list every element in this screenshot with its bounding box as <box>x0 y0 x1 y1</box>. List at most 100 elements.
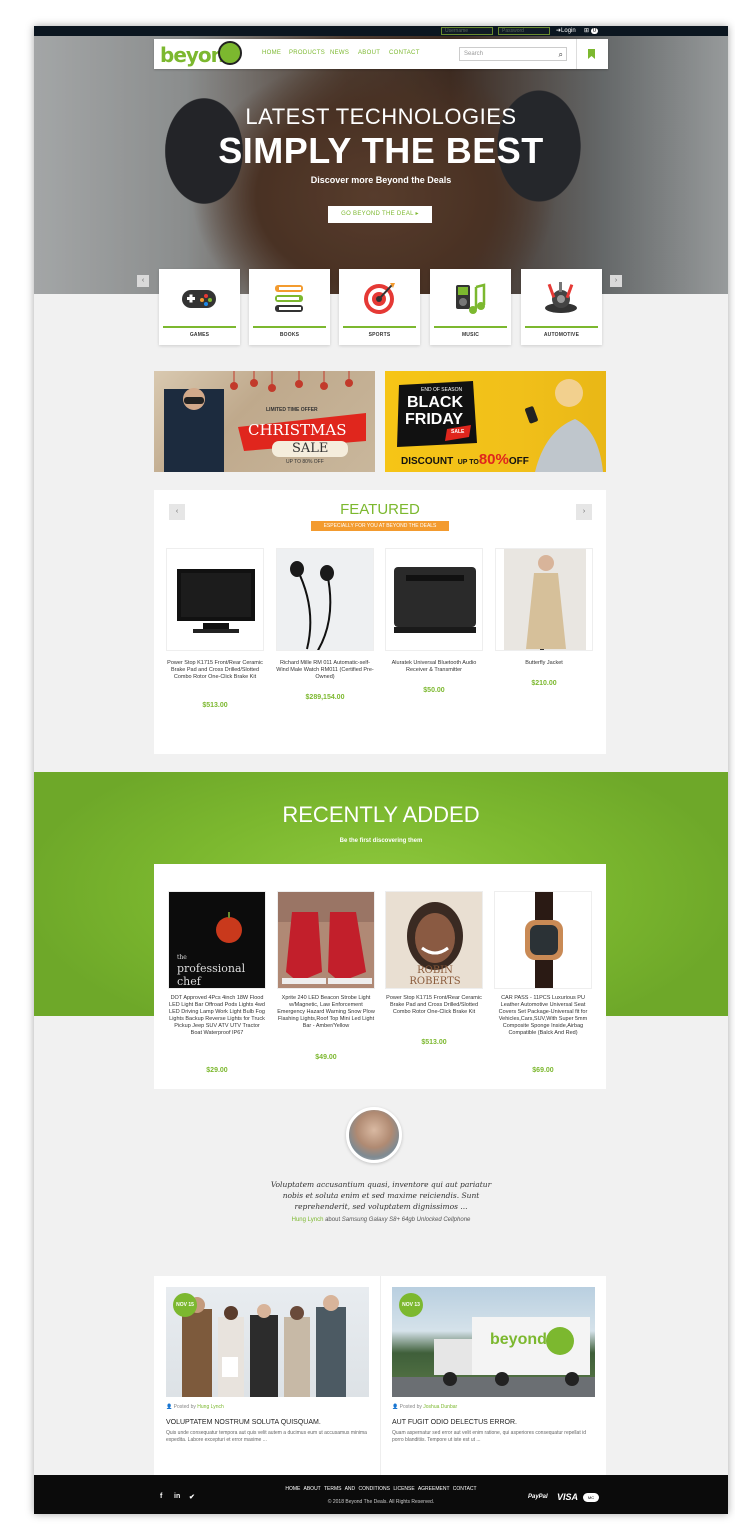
christmas-banner-line4: UP TO 80% OFF <box>286 459 324 465</box>
mastercard-icon: MC <box>583 1493 599 1502</box>
featured-section: FEATURED ESPECIALLY FOR YOU AT BEYOND TH… <box>154 490 606 754</box>
testimonial-product[interactable]: Samsung Galaxy S8+ 64gb Unlocked Cellpho… <box>342 1217 471 1223</box>
christmas-sale-banner[interactable]: LIMITED TIME OFFER CHRISTMAS SALE UP TO … <box>154 371 375 472</box>
username-input[interactable]: Username <box>441 27 493 35</box>
site-footer: HOME ABOUT TERMS AND CONDITIONS LICENSE … <box>34 1475 728 1514</box>
product-price: $513.00 <box>421 1039 447 1046</box>
featured-next-button[interactable]: › <box>576 504 592 520</box>
books-icon <box>275 285 303 312</box>
product-image[interactable] <box>277 891 375 989</box>
product-price: $513.00 <box>202 702 228 709</box>
black-friday-banner[interactable]: END OF SEASON BLACK FRIDAY SALE DISCOUNT… <box>385 371 606 472</box>
cart-icon: ⊞ <box>584 28 590 34</box>
post-date-badge: NOV 13 <box>399 1293 423 1317</box>
hero-title: SIMPLY THE BEST <box>218 130 544 171</box>
slider-prev-button[interactable]: ‹ <box>137 275 149 287</box>
product-name[interactable]: Power Stop K1715 Front/Rear Ceramic Brak… <box>385 995 483 1016</box>
truck-logo-text: beyond <box>490 1331 547 1348</box>
product-name[interactable]: DOT Approved 4Pcs 4inch 18W Flood LED Li… <box>168 995 266 1037</box>
category-music[interactable]: MUSIC <box>430 269 511 345</box>
music-player-icon <box>456 283 486 314</box>
featured-subtitle-badge: ESPECIALLY FOR YOU AT BEYOND THE DEALS <box>311 521 449 531</box>
post-date-badge: NOV 15 <box>173 1293 197 1317</box>
footer-link-about[interactable]: ABOUT <box>304 1486 321 1492</box>
discount-mid: UP TO <box>457 459 479 466</box>
post-title[interactable]: VOLUPTATEM NOSTRUM SOLUTA QUISQUAM. <box>166 1419 376 1426</box>
product-image[interactable] <box>494 891 592 989</box>
search-input[interactable]: Search ⌕ <box>459 47 567 61</box>
login-link[interactable]: ➜Login <box>556 27 576 35</box>
monitor-image <box>177 569 255 633</box>
facebook-icon[interactable]: f <box>160 1493 162 1500</box>
nav-news[interactable]: NEWS <box>330 50 349 56</box>
target-icon <box>364 283 395 314</box>
blog-post-card[interactable]: beyond NOV 13 👤 Posted by Joshua Dunbar … <box>380 1276 606 1477</box>
top-bar: Username Password ➜Login ⊞ 0 <box>34 26 728 36</box>
category-games[interactable]: GAMES <box>159 269 240 345</box>
blog-post-card[interactable]: NOV 15 👤 Posted by Hung Lynch VOLUPTATEM… <box>154 1276 380 1477</box>
footer-link-license[interactable]: LICENSE AGREEMENT <box>393 1486 449 1492</box>
password-input[interactable]: Password <box>498 27 550 35</box>
discount-prefix: DISCOUNT <box>401 456 454 467</box>
search-icon[interactable]: ⌕ <box>559 50 563 60</box>
product-name[interactable]: Richard Mille RM 011 Automatic-self-Wind… <box>276 660 374 681</box>
product-image[interactable]: the professional chef <box>168 891 266 989</box>
footer-link-home[interactable]: HOME <box>285 1486 300 1492</box>
twitter-icon[interactable]: ✔ <box>189 1493 195 1501</box>
linkedin-icon[interactable]: in <box>174 1493 180 1500</box>
category-sports[interactable]: SPORTS <box>339 269 420 345</box>
category-label: GAMES <box>189 332 210 338</box>
post-author[interactable]: Joshua Dunbar <box>423 1404 457 1410</box>
product-name[interactable]: Aluratek Universal Bluetooth Audio Recei… <box>385 660 483 674</box>
post-title[interactable]: AUT FUGIT ODIO DELECTUS ERROR. <box>392 1419 602 1426</box>
nav-about[interactable]: ABOUT <box>358 50 380 56</box>
nav-divider <box>576 39 577 69</box>
bookmark-icon[interactable] <box>588 49 595 59</box>
hero-subtitle: LATEST TECHNOLOGIES <box>245 104 517 129</box>
hero-cta-button[interactable]: GO BEYOND THE DEAL ▸ <box>328 206 432 223</box>
product-name[interactable]: Xprite 240 LED Beacon Strobe Light w/Mag… <box>277 995 375 1030</box>
category-books[interactable]: BOOKS <box>249 269 330 345</box>
christmas-banner-line3: SALE <box>292 441 329 456</box>
nav-home[interactable]: HOME <box>262 50 281 56</box>
dock-image <box>394 567 476 633</box>
product-image[interactable] <box>166 548 264 651</box>
book-author-first: ROBIN <box>417 965 453 976</box>
cookbook-title-line2: professional chef <box>177 962 246 988</box>
black-friday-line1: END OF SEASON <box>421 387 463 393</box>
page-frame: Username Password ➜Login ⊞ 0 beyond HOME… <box>34 26 728 1514</box>
nav-contact[interactable]: CONTACT <box>389 50 420 56</box>
product-image[interactable] <box>385 548 483 651</box>
nav-products[interactable]: PRODUCTS <box>289 50 325 56</box>
testimonial-about: about <box>325 1217 341 1223</box>
category-underline <box>525 326 598 328</box>
author-icon: 👤 <box>166 1404 173 1410</box>
post-author[interactable]: Hung Lynch <box>197 1404 224 1410</box>
footer-link-contact[interactable]: CONTACT <box>453 1486 477 1492</box>
post-meta: 👤 Posted by Hung Lynch <box>166 1404 224 1410</box>
post-meta-prefix: Posted by <box>399 1404 422 1410</box>
discount-value: 80% <box>478 451 509 468</box>
category-automotive[interactable]: AUTOMOTIVE <box>521 269 602 345</box>
slider-next-button[interactable]: › <box>610 275 622 287</box>
blog-post-image[interactable]: NOV 15 <box>166 1287 369 1397</box>
blog-post-image[interactable]: beyond NOV 13 <box>392 1287 595 1397</box>
product-name[interactable]: Butterfly Jacket <box>495 660 593 667</box>
earphones-image <box>290 561 334 650</box>
watch-image <box>525 892 563 988</box>
product-name[interactable]: CAR PASS - 11PCS Luxurious PU Leather Au… <box>494 995 592 1037</box>
product-image[interactable]: ROBIN ROBERTS <box>385 891 483 989</box>
main-nav: beyond HOME PRODUCTS NEWS ABOUT CONTACT … <box>154 39 608 69</box>
footer-link-terms[interactable]: TERMS AND CONDITIONS <box>324 1486 390 1492</box>
category-underline <box>253 326 326 328</box>
testimonial-author[interactable]: Hung Lynch <box>292 1217 324 1223</box>
gamepad-icon <box>182 290 216 308</box>
author-icon: 👤 <box>392 1404 399 1410</box>
product-image[interactable] <box>276 548 374 651</box>
cart-button[interactable]: ⊞ 0 <box>584 27 599 35</box>
discount-text: DISCOUNT UP TO80%OFF <box>401 451 529 469</box>
category-label: BOOKS <box>279 332 300 338</box>
featured-prev-button[interactable]: ‹ <box>169 504 185 520</box>
product-name[interactable]: Power Stop K1715 Front/Rear Ceramic Brak… <box>166 660 264 681</box>
product-image[interactable] <box>495 548 593 651</box>
